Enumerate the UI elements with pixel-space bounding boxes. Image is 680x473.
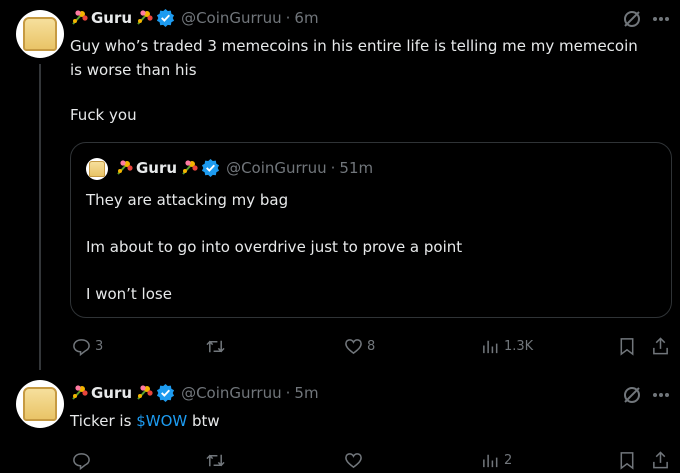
tweet-text-line: is worse than his xyxy=(70,61,197,79)
views-icon xyxy=(483,454,498,468)
timestamp: 51m xyxy=(339,158,374,177)
quoted-tweet[interactable]: Guru @CoinGurruu · 51m They are attackin… xyxy=(70,142,672,318)
quoted-text-line: They are attacking my bag xyxy=(86,191,289,209)
tweet-header: Guru @CoinGurruu · 6m xyxy=(70,8,319,27)
verified-badge-icon xyxy=(202,158,220,177)
tweet-text-line: Guy who’s traded 3 memecoins in his enti… xyxy=(70,37,638,55)
timestamp[interactable]: 5m xyxy=(294,384,318,402)
share-icon[interactable] xyxy=(651,450,670,470)
grok-icon[interactable] xyxy=(622,9,642,29)
views-button[interactable]: 1.3K xyxy=(481,337,533,356)
reply-icon xyxy=(73,339,90,356)
avatar xyxy=(86,158,108,180)
bookmark-icon[interactable] xyxy=(618,451,636,470)
grok-icon[interactable] xyxy=(622,385,642,405)
tweet-text-line: Fuck you xyxy=(70,106,137,124)
share-icon[interactable] xyxy=(651,336,670,356)
verified-badge-icon xyxy=(157,8,175,27)
views-icon xyxy=(483,340,498,354)
flower-icon xyxy=(117,159,133,175)
handle: @CoinGurruu xyxy=(226,158,327,177)
display-name[interactable]: Guru xyxy=(91,384,132,402)
bookmark-icon[interactable] xyxy=(618,337,636,356)
handle[interactable]: @CoinGurruu xyxy=(181,384,282,402)
tweet-text-after: btw xyxy=(187,412,220,430)
more-icon[interactable] xyxy=(652,392,670,398)
verified-badge-icon xyxy=(157,383,175,402)
views-count: 2 xyxy=(504,453,513,468)
retweet-icon xyxy=(206,454,225,467)
quoted-text-line: I won’t lose xyxy=(86,285,172,303)
dot-separator: · xyxy=(285,383,291,402)
like-icon xyxy=(345,339,362,355)
dot-separator: · xyxy=(330,158,336,177)
flower-icon xyxy=(182,159,198,175)
avatar[interactable] xyxy=(16,10,64,58)
like-button[interactable]: 8 xyxy=(344,337,375,356)
flower-icon xyxy=(137,9,153,25)
ticker-link[interactable]: $WOW xyxy=(136,412,187,430)
flower-icon xyxy=(137,384,153,400)
thread-line xyxy=(39,64,41,370)
like-count: 8 xyxy=(367,339,376,354)
like-icon xyxy=(345,453,362,469)
tweet-text: Ticker is $WOW btw xyxy=(70,410,220,432)
dot-separator: · xyxy=(285,8,291,27)
quoted-text-line: Im about to go into overdrive just to pr… xyxy=(86,238,463,256)
quoted-tweet-header: Guru @CoinGurruu · 51m xyxy=(115,158,373,177)
retweet-icon xyxy=(206,340,225,353)
views-count: 1.3K xyxy=(504,339,534,354)
display-name: Guru xyxy=(136,158,178,177)
flower-icon xyxy=(72,384,88,400)
retweet-button[interactable] xyxy=(205,337,230,356)
reply-button[interactable]: 3 xyxy=(72,337,103,356)
flower-icon xyxy=(72,9,88,25)
reply-button[interactable] xyxy=(72,451,95,470)
views-button[interactable]: 2 xyxy=(481,451,512,470)
more-icon[interactable] xyxy=(652,16,670,22)
display-name[interactable]: Guru xyxy=(91,9,132,27)
tweet-text-before: Ticker is xyxy=(70,412,137,430)
tweet-header: Guru @CoinGurruu · 5m xyxy=(70,383,319,402)
retweet-button[interactable] xyxy=(205,451,230,470)
avatar[interactable] xyxy=(16,380,64,428)
reply-count: 3 xyxy=(95,339,104,354)
like-button[interactable] xyxy=(344,451,367,470)
handle[interactable]: @CoinGurruu xyxy=(181,9,282,27)
reply-icon xyxy=(73,453,90,470)
timestamp[interactable]: 6m xyxy=(294,9,318,27)
